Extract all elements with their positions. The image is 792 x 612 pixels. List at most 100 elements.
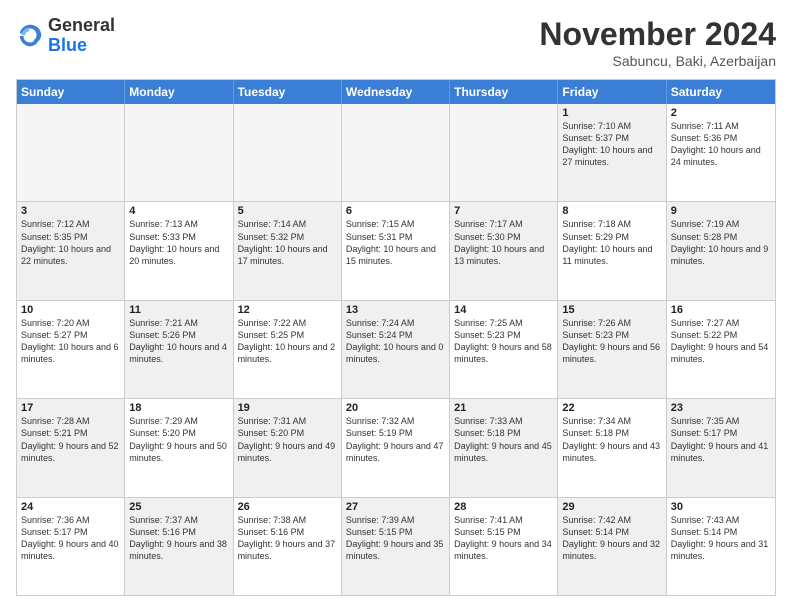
cal-cell-4-5: 29Sunrise: 7:42 AM Sunset: 5:14 PM Dayli… [558, 498, 666, 595]
day-number: 20 [346, 402, 445, 414]
cal-row-3: 17Sunrise: 7:28 AM Sunset: 5:21 PM Dayli… [17, 399, 775, 497]
day-number: 15 [562, 304, 661, 316]
cell-info: Sunrise: 7:10 AM Sunset: 5:37 PM Dayligh… [562, 120, 661, 169]
cell-info: Sunrise: 7:20 AM Sunset: 5:27 PM Dayligh… [21, 317, 120, 366]
cal-cell-3-6: 23Sunrise: 7:35 AM Sunset: 5:17 PM Dayli… [667, 399, 775, 496]
day-number: 28 [454, 501, 553, 513]
day-number: 17 [21, 402, 120, 414]
day-number: 3 [21, 205, 120, 217]
cell-info: Sunrise: 7:17 AM Sunset: 5:30 PM Dayligh… [454, 218, 553, 267]
cell-info: Sunrise: 7:33 AM Sunset: 5:18 PM Dayligh… [454, 415, 553, 464]
cell-info: Sunrise: 7:29 AM Sunset: 5:20 PM Dayligh… [129, 415, 228, 464]
day-number: 30 [671, 501, 771, 513]
day-number: 21 [454, 402, 553, 414]
day-number: 5 [238, 205, 337, 217]
cell-info: Sunrise: 7:28 AM Sunset: 5:21 PM Dayligh… [21, 415, 120, 464]
cal-cell-1-4: 7Sunrise: 7:17 AM Sunset: 5:30 PM Daylig… [450, 202, 558, 299]
logo-line1: General [48, 16, 115, 36]
logo-icon [16, 22, 44, 50]
cal-cell-4-1: 25Sunrise: 7:37 AM Sunset: 5:16 PM Dayli… [125, 498, 233, 595]
cal-cell-0-6: 2Sunrise: 7:11 AM Sunset: 5:36 PM Daylig… [667, 104, 775, 201]
day-number: 16 [671, 304, 771, 316]
cal-cell-4-2: 26Sunrise: 7:38 AM Sunset: 5:16 PM Dayli… [234, 498, 342, 595]
cell-info: Sunrise: 7:42 AM Sunset: 5:14 PM Dayligh… [562, 514, 661, 563]
cell-info: Sunrise: 7:19 AM Sunset: 5:28 PM Dayligh… [671, 218, 771, 267]
cal-cell-2-3: 13Sunrise: 7:24 AM Sunset: 5:24 PM Dayli… [342, 301, 450, 398]
cell-info: Sunrise: 7:15 AM Sunset: 5:31 PM Dayligh… [346, 218, 445, 267]
cell-info: Sunrise: 7:39 AM Sunset: 5:15 PM Dayligh… [346, 514, 445, 563]
cal-cell-1-5: 8Sunrise: 7:18 AM Sunset: 5:29 PM Daylig… [558, 202, 666, 299]
cell-info: Sunrise: 7:11 AM Sunset: 5:36 PM Dayligh… [671, 120, 771, 169]
cell-info: Sunrise: 7:35 AM Sunset: 5:17 PM Dayligh… [671, 415, 771, 464]
cell-info: Sunrise: 7:32 AM Sunset: 5:19 PM Dayligh… [346, 415, 445, 464]
day-number: 9 [671, 205, 771, 217]
day-number: 6 [346, 205, 445, 217]
cal-cell-2-6: 16Sunrise: 7:27 AM Sunset: 5:22 PM Dayli… [667, 301, 775, 398]
cell-info: Sunrise: 7:25 AM Sunset: 5:23 PM Dayligh… [454, 317, 553, 366]
day-number: 2 [671, 107, 771, 119]
cal-row-4: 24Sunrise: 7:36 AM Sunset: 5:17 PM Dayli… [17, 498, 775, 595]
cal-cell-1-3: 6Sunrise: 7:15 AM Sunset: 5:31 PM Daylig… [342, 202, 450, 299]
cal-row-2: 10Sunrise: 7:20 AM Sunset: 5:27 PM Dayli… [17, 301, 775, 399]
day-number: 24 [21, 501, 120, 513]
cell-info: Sunrise: 7:22 AM Sunset: 5:25 PM Dayligh… [238, 317, 337, 366]
header-wednesday: Wednesday [342, 80, 450, 104]
day-number: 1 [562, 107, 661, 119]
day-number: 22 [562, 402, 661, 414]
cell-info: Sunrise: 7:24 AM Sunset: 5:24 PM Dayligh… [346, 317, 445, 366]
day-number: 14 [454, 304, 553, 316]
cal-cell-3-2: 19Sunrise: 7:31 AM Sunset: 5:20 PM Dayli… [234, 399, 342, 496]
location: Sabuncu, Baki, Azerbaijan [539, 53, 776, 69]
day-number: 11 [129, 304, 228, 316]
header-saturday: Saturday [667, 80, 775, 104]
cal-cell-1-2: 5Sunrise: 7:14 AM Sunset: 5:32 PM Daylig… [234, 202, 342, 299]
cal-cell-4-6: 30Sunrise: 7:43 AM Sunset: 5:14 PM Dayli… [667, 498, 775, 595]
cell-info: Sunrise: 7:13 AM Sunset: 5:33 PM Dayligh… [129, 218, 228, 267]
cell-info: Sunrise: 7:43 AM Sunset: 5:14 PM Dayligh… [671, 514, 771, 563]
cal-cell-4-3: 27Sunrise: 7:39 AM Sunset: 5:15 PM Dayli… [342, 498, 450, 595]
day-number: 18 [129, 402, 228, 414]
cell-info: Sunrise: 7:12 AM Sunset: 5:35 PM Dayligh… [21, 218, 120, 267]
cal-cell-2-1: 11Sunrise: 7:21 AM Sunset: 5:26 PM Dayli… [125, 301, 233, 398]
cal-cell-1-0: 3Sunrise: 7:12 AM Sunset: 5:35 PM Daylig… [17, 202, 125, 299]
header-tuesday: Tuesday [234, 80, 342, 104]
cal-cell-3-3: 20Sunrise: 7:32 AM Sunset: 5:19 PM Dayli… [342, 399, 450, 496]
cal-cell-0-4 [450, 104, 558, 201]
day-number: 8 [562, 205, 661, 217]
cell-info: Sunrise: 7:41 AM Sunset: 5:15 PM Dayligh… [454, 514, 553, 563]
cal-row-0: 1Sunrise: 7:10 AM Sunset: 5:37 PM Daylig… [17, 104, 775, 202]
cell-info: Sunrise: 7:26 AM Sunset: 5:23 PM Dayligh… [562, 317, 661, 366]
cal-cell-1-6: 9Sunrise: 7:19 AM Sunset: 5:28 PM Daylig… [667, 202, 775, 299]
cal-cell-4-0: 24Sunrise: 7:36 AM Sunset: 5:17 PM Dayli… [17, 498, 125, 595]
cal-cell-0-5: 1Sunrise: 7:10 AM Sunset: 5:37 PM Daylig… [558, 104, 666, 201]
cell-info: Sunrise: 7:36 AM Sunset: 5:17 PM Dayligh… [21, 514, 120, 563]
cal-cell-0-3 [342, 104, 450, 201]
day-number: 25 [129, 501, 228, 513]
cal-cell-1-1: 4Sunrise: 7:13 AM Sunset: 5:33 PM Daylig… [125, 202, 233, 299]
cal-cell-2-5: 15Sunrise: 7:26 AM Sunset: 5:23 PM Dayli… [558, 301, 666, 398]
cell-info: Sunrise: 7:14 AM Sunset: 5:32 PM Dayligh… [238, 218, 337, 267]
cell-info: Sunrise: 7:31 AM Sunset: 5:20 PM Dayligh… [238, 415, 337, 464]
cell-info: Sunrise: 7:37 AM Sunset: 5:16 PM Dayligh… [129, 514, 228, 563]
cal-cell-3-5: 22Sunrise: 7:34 AM Sunset: 5:18 PM Dayli… [558, 399, 666, 496]
day-number: 7 [454, 205, 553, 217]
cal-cell-2-2: 12Sunrise: 7:22 AM Sunset: 5:25 PM Dayli… [234, 301, 342, 398]
day-number: 23 [671, 402, 771, 414]
cal-row-1: 3Sunrise: 7:12 AM Sunset: 5:35 PM Daylig… [17, 202, 775, 300]
header-thursday: Thursday [450, 80, 558, 104]
day-number: 13 [346, 304, 445, 316]
header-sunday: Sunday [17, 80, 125, 104]
header-friday: Friday [558, 80, 666, 104]
logo-line2: Blue [48, 36, 115, 56]
cal-cell-3-0: 17Sunrise: 7:28 AM Sunset: 5:21 PM Dayli… [17, 399, 125, 496]
day-number: 4 [129, 205, 228, 217]
calendar-header: Sunday Monday Tuesday Wednesday Thursday… [17, 80, 775, 104]
cell-info: Sunrise: 7:21 AM Sunset: 5:26 PM Dayligh… [129, 317, 228, 366]
day-number: 26 [238, 501, 337, 513]
cal-cell-0-1 [125, 104, 233, 201]
day-number: 29 [562, 501, 661, 513]
day-number: 12 [238, 304, 337, 316]
page: General Blue November 2024 Sabuncu, Baki… [0, 0, 792, 612]
month-title: November 2024 [539, 16, 776, 53]
cal-cell-3-4: 21Sunrise: 7:33 AM Sunset: 5:18 PM Dayli… [450, 399, 558, 496]
